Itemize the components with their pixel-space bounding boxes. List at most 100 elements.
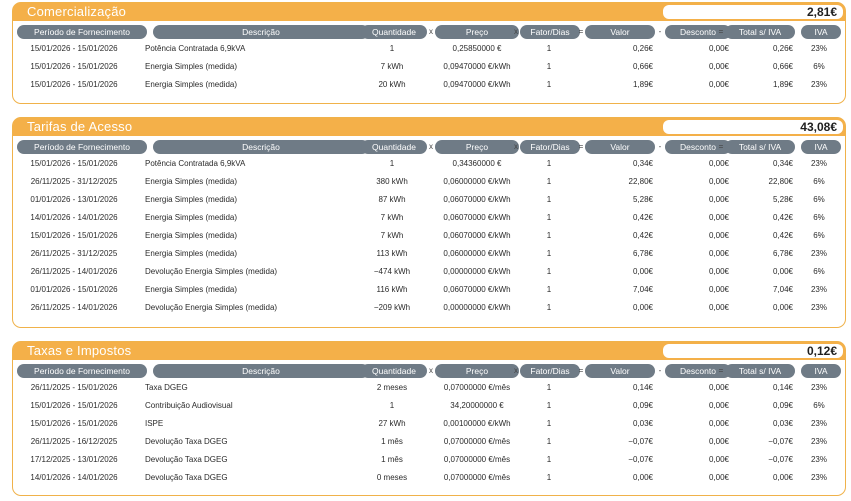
cell-fator: 1	[546, 383, 552, 392]
cell-quantidade: 1	[389, 44, 395, 53]
cell-valor: 0,00€	[632, 473, 653, 482]
col-header-periodo: Período de Fornecimento	[17, 364, 147, 378]
operator-equals: =	[718, 366, 724, 375]
cell-desconto: 0,00€	[708, 303, 729, 312]
cell-preco: 0,09470000 €/kWh	[443, 62, 511, 71]
rows-container: 26/11/2025 - 15/01/2026 Taxa DGEG 2 mese…	[13, 379, 845, 487]
cell-periodo: 15/01/2026 - 15/01/2026	[30, 231, 118, 240]
table-row: 15/01/2026 - 15/01/2026 Potência Contrat…	[13, 40, 845, 58]
cell-preco: 0,06070000 €/kWh	[443, 213, 511, 222]
section-total: 43,08€	[663, 120, 843, 134]
col-header-descricao: Descrição	[153, 140, 369, 154]
cell-preco: 0,07000000 €/mês	[443, 455, 511, 464]
cell-fator: 1	[546, 285, 552, 294]
operator-multiply: x	[429, 142, 433, 151]
cell-quantidade: −474 kWh	[373, 267, 411, 276]
cell-periodo: 01/01/2026 - 13/01/2026	[30, 195, 118, 204]
operator-equals: =	[718, 27, 724, 36]
cell-periodo: 15/01/2026 - 15/01/2026	[30, 80, 118, 89]
cell-iva: 6%	[813, 195, 825, 204]
cell-quantidade: 2 meses	[376, 383, 408, 392]
cell-quantidade: 1	[389, 401, 395, 410]
cell-valor: 0,14€	[632, 383, 653, 392]
cell-fator: 1	[546, 419, 552, 428]
col-header-periodo: Período de Fornecimento	[17, 25, 147, 39]
col-header-iva: IVA	[801, 364, 841, 378]
cell-valor: 0,42€	[632, 213, 653, 222]
cell-fator: 1	[546, 159, 552, 168]
cell-quantidade: −209 kWh	[373, 303, 411, 312]
cell-valor: 22,80€	[628, 177, 653, 186]
cell-total: 0,34€	[772, 159, 793, 168]
operator-multiply: x	[429, 366, 433, 375]
cell-quantidade: 27 kWh	[378, 419, 406, 428]
cell-fator: 1	[546, 249, 552, 258]
cell-preco: 0,34360000 €	[452, 159, 502, 168]
col-header-quantidade: Quantidade	[361, 25, 427, 39]
cell-descricao: ISPE	[145, 419, 164, 428]
cell-quantidade: 87 kWh	[378, 195, 406, 204]
cell-quantidade: 7 kWh	[380, 213, 404, 222]
cell-quantidade: 1 mês	[381, 455, 403, 464]
cell-total: −0,07€	[768, 455, 793, 464]
cell-desconto: 0,00€	[708, 80, 729, 89]
column-header-row: Período de Fornecimento Descrição Quanti…	[13, 140, 845, 155]
cell-fator: 1	[546, 213, 552, 222]
cell-total: 0,14€	[772, 383, 793, 392]
col-header-iva: IVA	[801, 140, 841, 154]
cell-descricao: Devolução Taxa DGEG	[145, 455, 228, 464]
section-header: Taxas e Impostos 0,12€	[13, 342, 845, 360]
cell-periodo: 26/11/2025 - 14/01/2026	[30, 303, 118, 312]
cell-total: 0,26€	[772, 44, 793, 53]
cell-iva: 6%	[813, 62, 825, 71]
column-header-row: Período de Fornecimento Descrição Quanti…	[13, 25, 845, 40]
cell-fator: 1	[546, 231, 552, 240]
operator-minus: -	[658, 142, 662, 151]
cell-preco: 0,06070000 €/kWh	[443, 231, 511, 240]
cell-valor: 0,09€	[632, 401, 653, 410]
cell-preco: 0,00000000 €/kWh	[443, 267, 511, 276]
cell-iva: 6%	[813, 213, 825, 222]
cell-descricao: Devolução Energia Simples (medida)	[145, 267, 278, 276]
table-row: 01/01/2026 - 15/01/2026 Energia Simples …	[13, 281, 845, 299]
cell-desconto: 0,00€	[708, 159, 729, 168]
col-header-preco: Preço	[435, 364, 519, 378]
operator-multiply: x	[514, 142, 518, 151]
col-header-fator: Fator/Dias	[520, 25, 580, 39]
cell-periodo: 01/01/2026 - 15/01/2026	[30, 285, 118, 294]
cell-descricao: Taxa DGEG	[145, 383, 188, 392]
cell-quantidade: 116 kWh	[376, 285, 408, 294]
cell-desconto: 0,00€	[708, 419, 729, 428]
cell-quantidade: 113 kWh	[376, 249, 408, 258]
cell-descricao: Devolução Taxa DGEG	[145, 473, 228, 482]
operator-multiply: x	[514, 366, 518, 375]
cell-quantidade: 20 kWh	[378, 80, 406, 89]
cell-total: 0,00€	[772, 473, 793, 482]
cell-descricao: Energia Simples (medida)	[145, 285, 238, 294]
cell-periodo: 14/01/2026 - 14/01/2026	[30, 473, 118, 482]
cell-desconto: 0,00€	[708, 267, 729, 276]
col-header-total: Total s/ IVA	[725, 25, 795, 39]
operator-multiply: x	[514, 27, 518, 36]
cell-iva: 23%	[810, 419, 827, 428]
cell-preco: 0,06070000 €/kWh	[443, 195, 511, 204]
cell-preco: 0,06000000 €/kWh	[443, 177, 511, 186]
cell-iva: 23%	[810, 285, 827, 294]
cell-total: 1,89€	[772, 80, 793, 89]
cell-periodo: 26/11/2025 - 31/12/2025	[30, 249, 118, 258]
cell-fator: 1	[546, 303, 552, 312]
cell-descricao: Devolução Taxa DGEG	[145, 437, 228, 446]
cell-descricao: Energia Simples (medida)	[145, 80, 238, 89]
col-header-total: Total s/ IVA	[725, 364, 795, 378]
charge-section-1: Tarifas de Acesso 43,08€ Período de Forn…	[12, 117, 846, 328]
cell-preco: 0,09470000 €/kWh	[443, 80, 511, 89]
cell-descricao: Potência Contratada 6,9kVA	[145, 159, 246, 168]
table-row: 15/01/2026 - 15/01/2026 Energia Simples …	[13, 227, 845, 245]
col-header-fator: Fator/Dias	[520, 140, 580, 154]
cell-valor: 0,34€	[632, 159, 653, 168]
table-row: 15/01/2026 - 15/01/2026 Potência Contrat…	[13, 155, 845, 173]
cell-preco: 0,07000000 €/mês	[443, 473, 511, 482]
cell-total: −0,07€	[768, 437, 793, 446]
cell-desconto: 0,00€	[708, 473, 729, 482]
cell-fator: 1	[546, 401, 552, 410]
